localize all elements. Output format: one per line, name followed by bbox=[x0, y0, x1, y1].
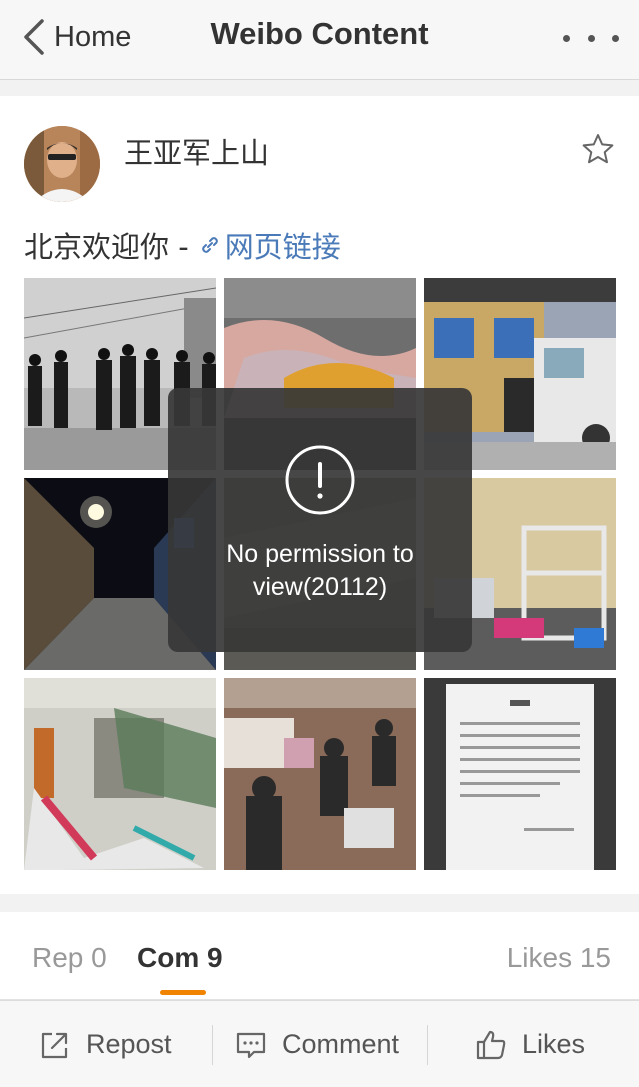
link-icon bbox=[201, 237, 218, 253]
avatar[interactable] bbox=[24, 126, 100, 202]
bottom-toolbar: Repost Comment Likes bbox=[0, 1000, 639, 1087]
toolbar-divider bbox=[212, 1025, 213, 1065]
interaction-tabs: Rep 0 Com 9 Likes 15 bbox=[0, 912, 639, 1000]
more-menu-button[interactable] bbox=[563, 20, 619, 56]
top-nav-bar: Home Weibo Content bbox=[0, 0, 639, 80]
avatar-image bbox=[24, 126, 100, 202]
comment-button[interactable]: Comment bbox=[234, 1001, 399, 1087]
toast-line-1: No permission to bbox=[226, 540, 414, 568]
toast-message: No permission to view(20112) bbox=[168, 538, 472, 604]
comment-icon bbox=[236, 1032, 266, 1058]
post-image-8[interactable] bbox=[224, 678, 416, 870]
author-name[interactable]: 王亚军上山 bbox=[124, 130, 269, 172]
web-link-label: 网页链接 bbox=[224, 230, 341, 264]
web-link[interactable]: 网页链接 bbox=[199, 224, 341, 266]
more-dot bbox=[587, 34, 595, 42]
tab-likes[interactable]: Likes 15 bbox=[507, 942, 611, 974]
permission-toast: No permission to view(20112) bbox=[168, 388, 472, 652]
more-dots-icon bbox=[563, 34, 570, 42]
share-icon bbox=[41, 1032, 68, 1058]
repost-button[interactable]: Repost bbox=[38, 1001, 172, 1087]
tab-reposts[interactable]: Rep 0 bbox=[32, 942, 107, 974]
like-button[interactable]: Likes bbox=[474, 1001, 585, 1087]
post-image-7[interactable] bbox=[24, 678, 216, 870]
page-title: Weibo Content bbox=[210, 16, 429, 51]
comment-label: Comment bbox=[282, 1029, 400, 1059]
active-tab-indicator bbox=[160, 990, 206, 995]
post-text: 北京欢迎你 - 网页链接 bbox=[24, 224, 341, 266]
toolbar-divider bbox=[427, 1025, 428, 1065]
more-dot bbox=[612, 34, 619, 42]
thumbs-up-icon bbox=[476, 1030, 506, 1059]
star-icon[interactable] bbox=[581, 132, 615, 166]
exclamation-circle-icon bbox=[285, 445, 355, 515]
tab-comments[interactable]: Com 9 bbox=[137, 942, 223, 974]
post-body: 北京欢迎你 - bbox=[24, 230, 189, 264]
post-image-9[interactable] bbox=[424, 678, 616, 870]
likes-label: Likes bbox=[522, 1029, 586, 1059]
repost-label: Repost bbox=[86, 1029, 172, 1059]
toast-line-2: view(20112) bbox=[252, 573, 388, 601]
